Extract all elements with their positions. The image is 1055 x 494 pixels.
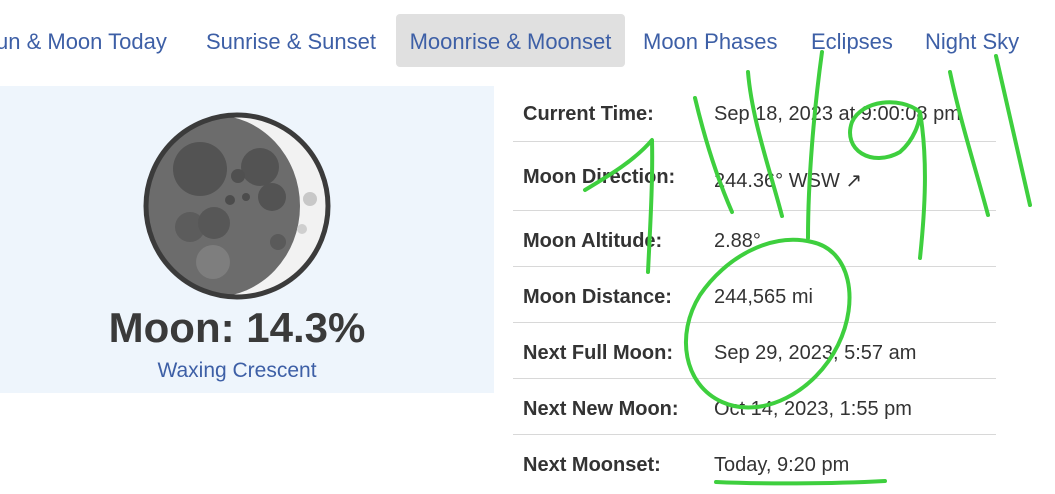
label-next-new-moon: Next New Moon: xyxy=(523,398,679,420)
row-moon-distance: Moon Distance: 244,565 mi xyxy=(513,267,996,323)
moon-phase-link[interactable]: Waxing Crescent xyxy=(0,359,474,383)
row-next-new-moon: Next New Moon: Oct 14, 2023, 1:55 pm xyxy=(513,379,996,435)
label-next-full-moon: Next Full Moon: xyxy=(523,342,673,364)
row-current-time: Current Time: Sep 18, 2023 at 9:00:08 pm xyxy=(513,86,996,142)
moon-panel: Moon: 14.3% Waxing Crescent xyxy=(0,86,494,393)
row-moon-altitude: Moon Altitude: 2.88° xyxy=(513,211,996,267)
tab-sun-moon-today[interactable]: un & Moon Today xyxy=(0,14,167,67)
tab-night-sky[interactable]: Night Sky xyxy=(925,14,1019,67)
label-current-time: Current Time: xyxy=(523,103,654,125)
row-next-full-moon: Next Full Moon: Sep 29, 2023, 5:57 am xyxy=(513,323,996,379)
value-next-full-moon: Sep 29, 2023, 5:57 am xyxy=(714,342,917,364)
moon-icon xyxy=(143,112,331,300)
tab-sunrise-sunset[interactable]: Sunrise & Sunset xyxy=(206,14,376,67)
tab-moon-phases[interactable]: Moon Phases xyxy=(643,14,778,67)
value-current-time: Sep 18, 2023 at 9:00:08 pm xyxy=(714,103,961,125)
nav-tabs: un & Moon Today Sunrise & Sunset Moonris… xyxy=(0,0,1055,80)
moon-illumination-title: Moon: 14.3% xyxy=(108,304,366,351)
value-next-moonset: Today, 9:20 pm xyxy=(714,454,850,476)
value-moon-direction: 244.36° WSW ↗ xyxy=(714,170,863,192)
value-moon-distance: 244,565 mi xyxy=(714,286,813,308)
tab-eclipses[interactable]: Eclipses xyxy=(811,14,893,67)
row-next-moonset: Next Moonset: Today, 9:20 pm xyxy=(513,435,996,490)
value-moon-altitude: 2.88° xyxy=(714,230,761,252)
value-next-new-moon: Oct 14, 2023, 1:55 pm xyxy=(714,398,912,420)
tab-moonrise-moonset[interactable]: Moonrise & Moonset xyxy=(396,14,625,67)
label-moon-altitude: Moon Altitude: xyxy=(523,230,663,252)
label-next-moonset: Next Moonset: xyxy=(523,454,661,476)
label-moon-distance: Moon Distance: xyxy=(523,286,672,308)
label-moon-direction: Moon Direction: xyxy=(523,166,676,188)
moon-info-table: Current Time: Sep 18, 2023 at 9:00:08 pm… xyxy=(513,86,996,490)
row-moon-direction: Moon Direction: 244.36° WSW ↗ xyxy=(513,142,996,211)
